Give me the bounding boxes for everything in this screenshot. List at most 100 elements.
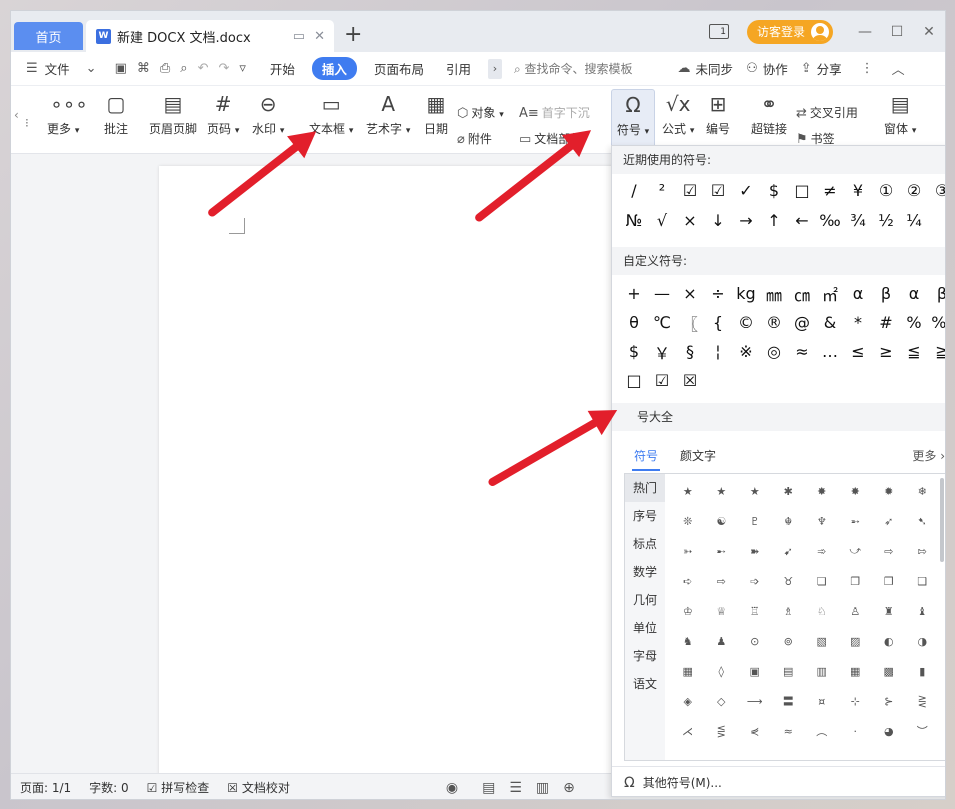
symbol-cell[interactable]: ①: [872, 176, 900, 205]
formula-button[interactable]: √x 公式 ▾: [662, 92, 694, 137]
symbol-cell[interactable]: ☒: [676, 366, 704, 395]
tab-emoticons[interactable]: 颜文字: [680, 447, 716, 464]
header-footer-button[interactable]: ▤ 页眉页脚: [149, 92, 197, 137]
category-item[interactable]: 序号: [625, 502, 665, 530]
tab-references[interactable]: 引用: [435, 59, 482, 78]
library-symbol-cell[interactable]: ❄: [906, 476, 940, 506]
library-symbol-cell[interactable]: ➸: [705, 536, 739, 566]
guest-login-button[interactable]: 访客登录: [746, 19, 833, 44]
symbol-cell[interactable]: ￥: [648, 337, 676, 366]
symbol-cell[interactable]: ㎝: [788, 279, 816, 308]
more-tabs-chevron-icon[interactable]: ›: [487, 58, 502, 79]
library-symbol-cell[interactable]: ➩: [738, 566, 772, 596]
library-symbol-cell[interactable]: ︶: [906, 716, 940, 746]
library-symbol-cell[interactable]: ✸: [805, 476, 839, 506]
symbol-cell[interactable]: ≤: [844, 337, 872, 366]
library-symbol-cell[interactable]: ▧: [805, 626, 839, 656]
symbol-cell[interactable]: ↑: [760, 206, 788, 235]
customize-toolbar-icon[interactable]: ▿: [234, 61, 251, 76]
library-symbol-cell[interactable]: ☬: [772, 506, 806, 536]
library-symbol-cell[interactable]: ⋛: [906, 686, 940, 716]
library-symbol-cell[interactable]: ❊: [671, 506, 705, 536]
symbol-cell[interactable]: ℃: [648, 308, 676, 337]
library-symbol-cell[interactable]: ▦: [671, 656, 705, 686]
library-symbol-cell[interactable]: ✸: [839, 476, 873, 506]
symbol-cell[interactable]: ③: [928, 176, 945, 205]
tab-home[interactable]: 开始: [259, 59, 306, 78]
symbol-cell[interactable]: ¦: [704, 337, 732, 366]
symbol-cell[interactable]: ↓: [704, 206, 732, 235]
category-item[interactable]: 标点: [625, 530, 665, 558]
symbol-cell[interactable]: %: [900, 308, 928, 337]
symbol-cell[interactable]: ◎: [760, 337, 788, 366]
library-symbol-cell[interactable]: ➷: [906, 506, 940, 536]
library-symbol-cell[interactable]: ✱: [772, 476, 806, 506]
symbol-cell[interactable]: →: [732, 206, 760, 235]
library-symbol-cell[interactable]: ⊱: [872, 686, 906, 716]
library-symbol-cell[interactable]: ▨: [839, 626, 873, 656]
library-symbol-cell[interactable]: ➵: [839, 506, 873, 536]
library-symbol-cell[interactable]: ◈: [671, 686, 705, 716]
library-symbol-cell[interactable]: ◐: [872, 626, 906, 656]
hyperlink-button[interactable]: ⚭ 超链接: [751, 92, 787, 137]
more-symbols-link[interactable]: 更多 ›: [912, 447, 945, 464]
library-symbol-cell[interactable]: ◕: [872, 716, 906, 746]
symbol-cell[interactable]: —: [648, 279, 676, 308]
library-symbol-cell[interactable]: ♘: [805, 596, 839, 626]
symbol-cell[interactable]: $: [760, 176, 788, 205]
chevron-down-icon[interactable]: ⌄: [81, 61, 102, 76]
library-symbol-cell[interactable]: ★: [671, 476, 705, 506]
category-item[interactable]: 语文: [625, 670, 665, 698]
library-symbol-cell[interactable]: ♉: [772, 566, 806, 596]
attachment-button[interactable]: ⌀ 附件: [457, 130, 492, 147]
library-symbol-cell[interactable]: 〓: [772, 686, 806, 716]
library-symbol-cell[interactable]: ⊹: [839, 686, 873, 716]
symbol-cell[interactable]: ‰: [816, 206, 844, 235]
collapse-ribbon-icon[interactable]: ︿: [887, 59, 910, 78]
print-preview-icon[interactable]: ⌕: [175, 61, 192, 76]
symbol-cell[interactable]: √: [648, 206, 676, 235]
library-symbol-cell[interactable]: ♟: [705, 626, 739, 656]
word-count[interactable]: 字数: 0: [80, 779, 138, 796]
library-symbol-cell[interactable]: ⇨: [705, 566, 739, 596]
library-symbol-cell[interactable]: ♜: [872, 596, 906, 626]
library-symbol-cell[interactable]: ⤻: [839, 536, 873, 566]
numbering-button[interactable]: ⊞ 编号: [705, 92, 731, 137]
library-symbol-cell[interactable]: ➾: [805, 536, 839, 566]
library-symbol-cell[interactable]: ≈: [772, 716, 806, 746]
symbol-cell[interactable]: ®: [760, 308, 788, 337]
ribbon-scroll-left-icon[interactable]: ‹: [14, 108, 19, 122]
library-symbol-cell[interactable]: ♞: [671, 626, 705, 656]
library-symbol-cell[interactable]: ▥: [805, 656, 839, 686]
hamburger-icon[interactable]: ☰: [21, 61, 43, 76]
symbol-cell[interactable]: {: [704, 308, 732, 337]
document-tab[interactable]: W 新建 DOCX 文档.docx ▭ ✕: [86, 20, 334, 52]
library-symbol-cell[interactable]: ⋚: [705, 716, 739, 746]
library-symbol-cell[interactable]: ✹: [872, 476, 906, 506]
library-symbol-cell[interactable]: ♕: [705, 596, 739, 626]
symbol-cell[interactable]: ¾: [844, 206, 872, 235]
date-button[interactable]: ▦ 日期: [423, 92, 449, 137]
library-symbol-cell[interactable]: ⋞: [738, 716, 772, 746]
symbol-cell[interactable]: …: [816, 337, 844, 366]
symbol-cell[interactable]: ☑: [648, 366, 676, 395]
sync-status[interactable]: 未同步: [696, 59, 742, 78]
symbol-cell[interactable]: §: [676, 337, 704, 366]
symbol-button[interactable]: Ω 符号 ▾: [611, 89, 655, 149]
share-button[interactable]: 分享: [817, 59, 850, 78]
library-symbol-cell[interactable]: ❑: [906, 566, 940, 596]
proofread-button[interactable]: ☒ 文档校对: [218, 779, 299, 796]
library-symbol-cell[interactable]: ▦: [839, 656, 873, 686]
window-layout-icon[interactable]: 1: [708, 24, 729, 39]
library-symbol-cell[interactable]: ⟶: [738, 686, 772, 716]
command-search[interactable]: ⌕ 查找命令、搜索模板: [514, 60, 633, 77]
document-page[interactable]: [159, 166, 619, 781]
category-item[interactable]: 字母: [625, 642, 665, 670]
close-window-button[interactable]: ✕: [913, 24, 945, 40]
symbol-cell[interactable]: ㎜: [760, 279, 788, 308]
library-symbol-cell[interactable]: ♖: [738, 596, 772, 626]
symbol-cell[interactable]: □: [788, 176, 816, 205]
symbol-cell[interactable]: α: [900, 279, 928, 308]
library-symbol-cell[interactable]: ☯: [705, 506, 739, 536]
library-symbol-cell[interactable]: ▩: [872, 656, 906, 686]
